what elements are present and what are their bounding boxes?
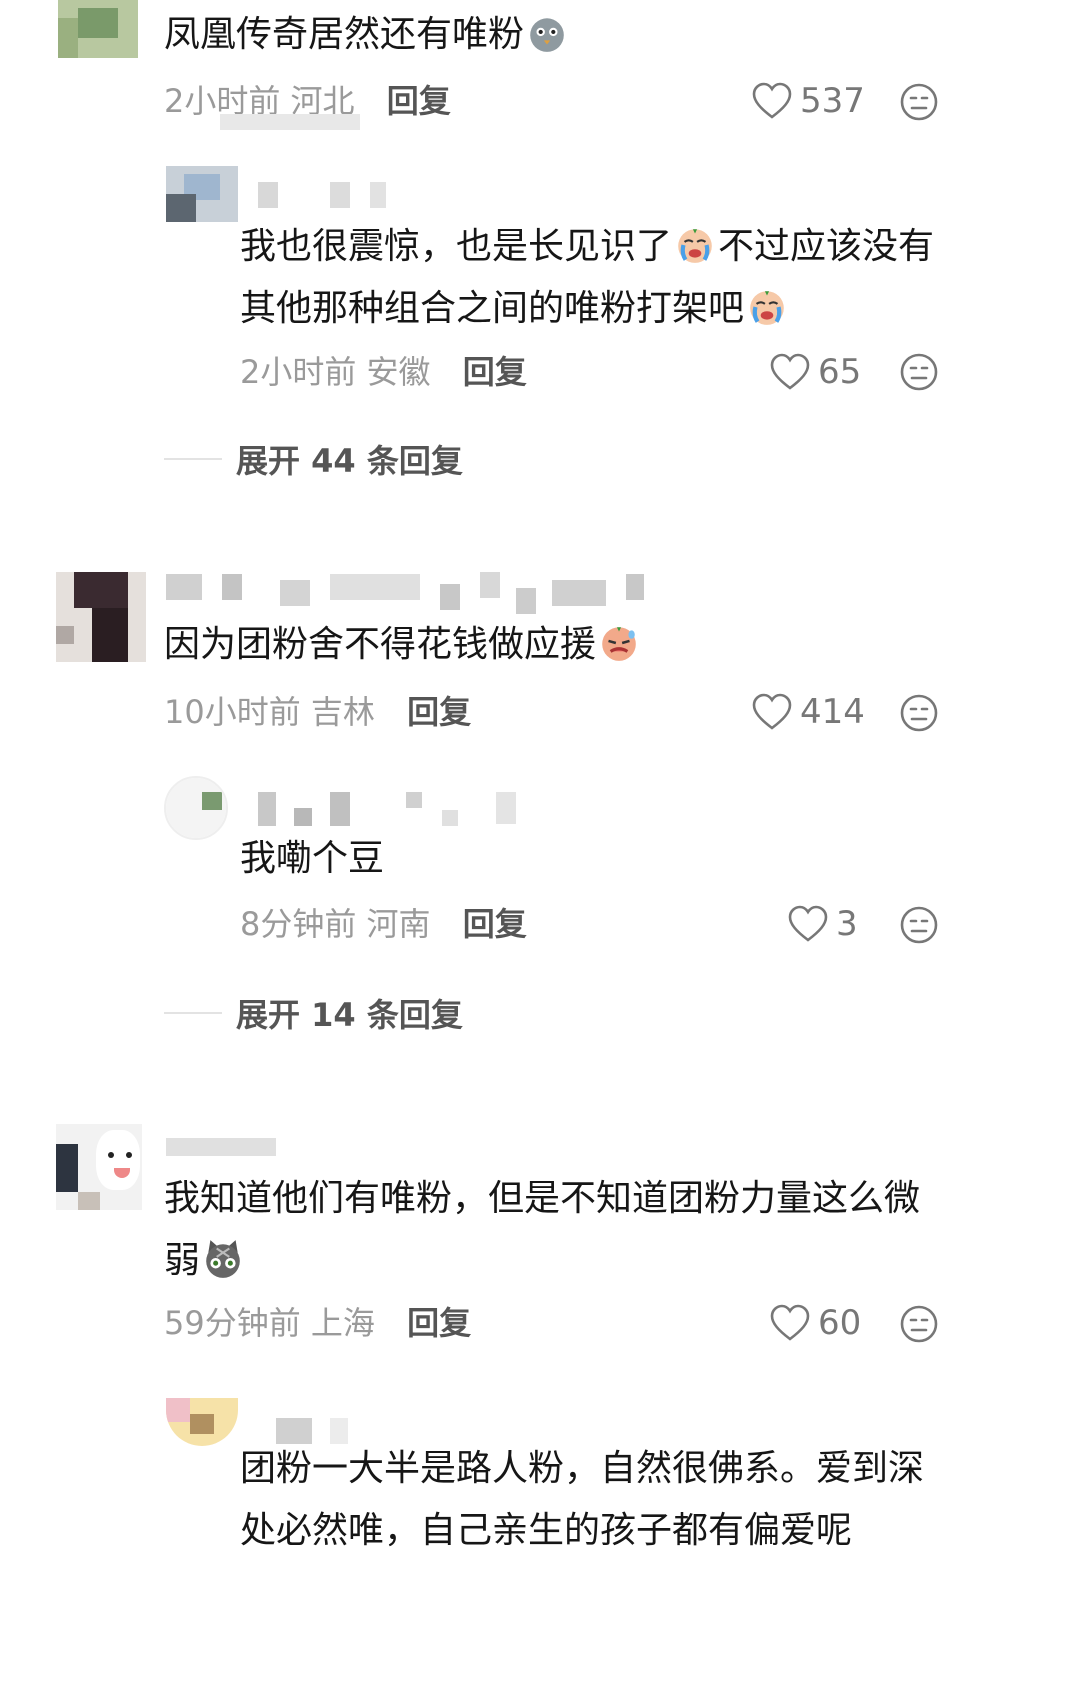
heart-icon [752,693,792,730]
avatar[interactable] [166,1398,238,1446]
pigeon-emoji [526,12,568,54]
timestamp: 8分钟前 [240,905,357,943]
heart-icon [770,353,810,390]
reply-text: 团粉一大半是路人粉，自然很佛系。爱到深 处必然唯，自己亲生的孩子都有偏爱呢 [240,1448,925,1551]
reply-text: 我也很震惊，也是长见识了 不过应该没有其他那种组合之间的唯粉打架吧 [240,224,935,329]
timestamp: 2小时前 [240,353,357,391]
avatar[interactable] [58,0,138,58]
emoji-reaction-icon[interactable] [899,693,939,733]
username-blurred [330,792,350,826]
reply-meta: 2小时前 安徽 回复 [240,350,527,394]
avatar[interactable] [166,166,238,222]
username-blurred [406,792,422,808]
location: 河南 [366,905,431,943]
username-blurred [480,572,500,598]
username-blurred [166,1138,276,1156]
username-blurred [516,588,536,614]
username-blurred [280,580,310,606]
heart-icon [770,1304,810,1341]
emoji-reaction-icon[interactable] [899,82,939,122]
location: 安徽 [366,353,431,391]
username-blurred [258,792,276,826]
like-count: 3 [836,904,858,944]
avatar[interactable] [56,1124,142,1210]
expand-replies-button[interactable]: 展开 14 条回复 [164,990,463,1036]
username-blurred [440,584,460,610]
comment-text: 我知道他们有唯粉，但是不知道团粉力量这么微弱 [164,1178,921,1281]
username-blurred [330,574,420,600]
username-blurred [294,808,312,826]
username-blurred [552,580,606,606]
reply-button[interactable]: 回复 [387,82,451,120]
divider [164,458,222,460]
comment-text: 凤凰传奇居然还有唯粉 [164,4,570,66]
comment-meta: 10小时前 吉林 回复 [164,690,471,734]
like-count: 537 [800,81,865,121]
timestamp: 59分钟前 [164,1304,301,1342]
emoji-reaction-icon[interactable] [899,1304,939,1344]
username-blurred [258,182,278,208]
expand-replies-label: 展开 44 条回复 [236,442,463,480]
username-blurred [166,574,202,600]
like-count: 65 [818,352,862,392]
divider [164,1012,222,1014]
like-button[interactable]: 537 [752,79,865,123]
expand-replies-button[interactable]: 展开 44 条回复 [164,436,463,482]
heart-icon [788,905,828,942]
like-count: 60 [818,1303,862,1343]
reply-button[interactable]: 回复 [407,1304,471,1342]
like-button[interactable]: 65 [770,350,861,394]
username-blurred [222,574,242,600]
crying-face-emoji [674,224,716,266]
sweat-face-emoji [598,622,640,664]
reply-text: 我嘞个豆 [240,838,385,879]
username-blurred [330,182,350,208]
reply-button[interactable]: 回复 [407,693,471,731]
username-blurred [442,810,458,826]
username-blurred [370,182,386,208]
like-button[interactable]: 414 [752,690,865,734]
blur-overlay [220,114,360,130]
reply-button[interactable]: 回复 [463,905,527,943]
heart-icon [752,82,792,119]
expand-replies-label: 展开 14 条回复 [236,996,463,1034]
reply-meta: 8分钟前 河南 回复 [240,902,527,946]
like-button[interactable]: 60 [770,1301,861,1345]
like-button[interactable]: 3 [788,902,858,946]
reply-button[interactable]: 回复 [463,353,527,391]
avatar[interactable] [56,572,146,662]
username-blurred [496,792,516,824]
like-count: 414 [800,692,865,732]
location: 吉林 [310,693,375,731]
emoji-reaction-icon[interactable] [899,352,939,392]
crying-face-emoji [746,286,788,328]
cat-face-emoji [202,1238,244,1280]
avatar[interactable] [164,776,228,840]
comment-text: 因为团粉舍不得花钱做应援 [164,614,642,676]
location: 上海 [310,1304,375,1342]
emoji-reaction-icon[interactable] [899,905,939,945]
username-blurred [626,574,644,600]
comment-meta: 59分钟前 上海 回复 [164,1301,471,1345]
timestamp: 10小时前 [164,693,301,731]
